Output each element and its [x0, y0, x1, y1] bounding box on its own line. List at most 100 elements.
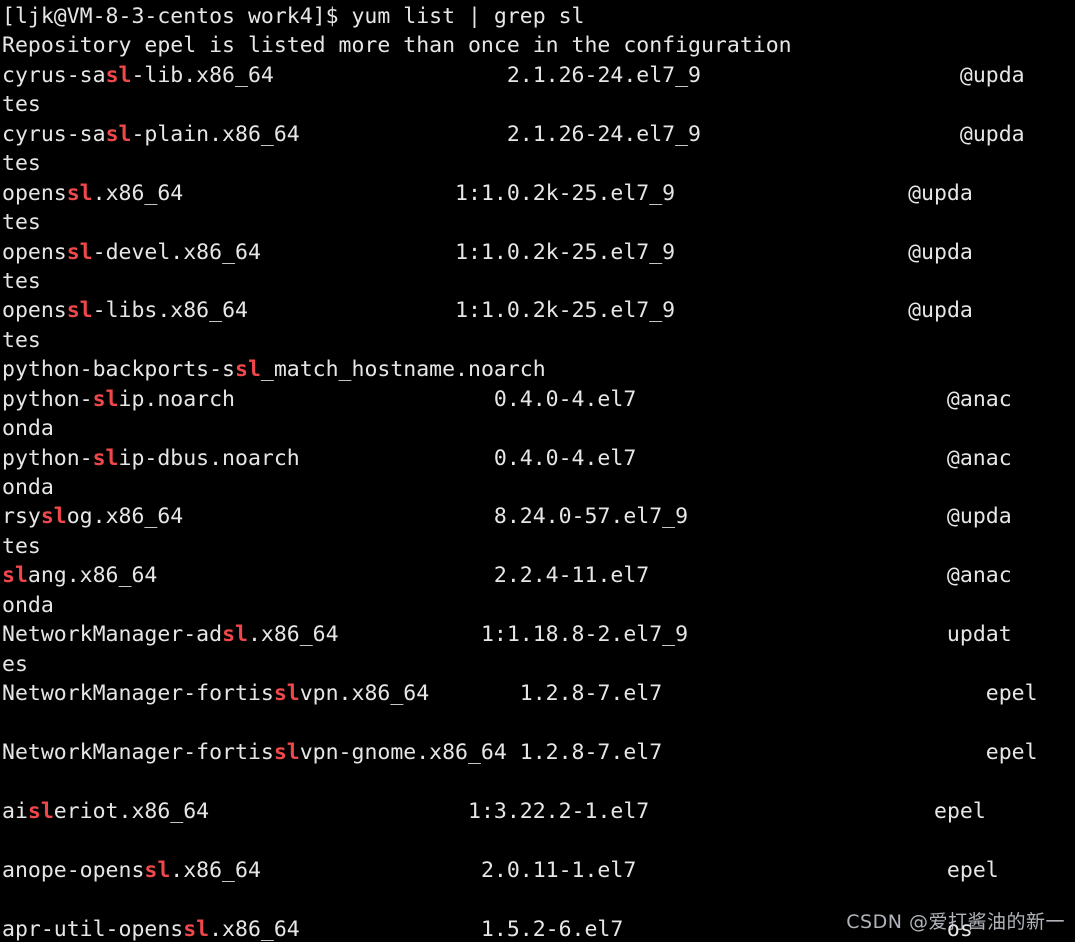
- terminal-text: opens: [2, 180, 67, 206]
- terminal-line: tes: [2, 149, 1075, 178]
- grep-match: sl: [27, 798, 54, 824]
- grep-match: sl: [105, 62, 132, 88]
- grep-match: sl: [222, 622, 248, 648]
- terminal-text: Repository epel is listed more than once…: [2, 33, 792, 59]
- terminal-text: onda: [2, 416, 54, 442]
- terminal-line: openssl-devel.x86_64 1:1.0.2k-25.el7_9 @…: [2, 238, 1075, 267]
- terminal-line: python-backports-ssl_match_hostname.noar…: [2, 355, 1075, 384]
- terminal-text: -lib.x86_64: [131, 62, 274, 88]
- grep-match: sl: [273, 681, 300, 707]
- grep-match: sl: [66, 298, 93, 324]
- terminal-text: python-: [2, 386, 93, 412]
- terminal-line: NetworkManager-fortisslvpn-gnome.x86_64 …: [2, 738, 1075, 767]
- terminal-text: python-: [2, 445, 93, 471]
- terminal-text: 1.2.8-7.el7 epel: [429, 681, 1038, 707]
- terminal-output[interactable]: [ljk@VM-8-3-centos work4]$ yum list | gr…: [0, 0, 1075, 942]
- terminal-line: NetworkManager-adsl.x86_64 1:1.18.8-2.el…: [2, 620, 1075, 649]
- terminal-text: .x86_64: [209, 916, 300, 942]
- terminal-line: onda: [2, 414, 1075, 443]
- grep-match: sl: [40, 504, 67, 530]
- terminal-text: ip.noarch: [118, 386, 236, 412]
- terminal-line: openssl.x86_64 1:1.0.2k-25.el7_9 @upda: [2, 179, 1075, 208]
- terminal-text: .x86_64: [92, 180, 184, 206]
- terminal-text: 1.2.8-7.el7 epel: [506, 739, 1038, 765]
- terminal-text: 1:1.0.2k-25.el7_9 @upda: [260, 239, 973, 265]
- terminal-text: tes: [2, 327, 41, 353]
- terminal-text: NetworkManager-fortis: [2, 739, 274, 765]
- terminal-line: NetworkManager-fortisslvpn.x86_64 1.2.8-…: [2, 679, 1075, 708]
- grep-match: sl: [105, 121, 132, 147]
- terminal-text: onda: [2, 592, 54, 618]
- terminal-line: openssl-libs.x86_64 1:1.0.2k-25.el7_9 @u…: [2, 296, 1075, 325]
- terminal-text: 0.4.0-4.el7 @anac: [235, 386, 1012, 412]
- terminal-line: cyrus-sasl-plain.x86_64 2.1.26-24.el7_9 …: [2, 120, 1075, 149]
- terminal-text: vpn.x86_64: [299, 681, 430, 707]
- grep-match: sl: [92, 386, 119, 412]
- terminal-line: aisleriot.x86_64 1:3.22.2-1.el7 epel: [2, 797, 1075, 826]
- grep-match: sl: [235, 357, 261, 383]
- terminal-line: onda: [2, 591, 1075, 620]
- grep-match: sl: [183, 916, 210, 942]
- terminal-line: onda: [2, 473, 1075, 502]
- terminal-line: [ljk@VM-8-3-centos work4]$ yum list | gr…: [2, 2, 1075, 31]
- terminal-text: 1:1.0.2k-25.el7_9 @upda: [183, 180, 973, 206]
- terminal-text: onda: [2, 475, 54, 500]
- terminal-text: .x86_64: [247, 622, 339, 648]
- terminal-line: anope-openssl.x86_64 2.0.11-1.el7 epel: [2, 856, 1075, 885]
- terminal-text: 1:3.22.2-1.el7 epel: [209, 798, 986, 824]
- terminal-text: cyrus-sa: [2, 62, 106, 88]
- terminal-text: 1.5.2-6.el7 os: [299, 916, 973, 942]
- terminal-text: opens: [2, 239, 67, 265]
- terminal-text: 2.1.26-24.el7_9 @upda: [299, 121, 1025, 147]
- terminal-text: _match_hostname.noarch: [260, 357, 546, 383]
- terminal-text: tes: [2, 533, 41, 559]
- terminal-line: tes: [2, 267, 1075, 296]
- terminal-line: python-slip.noarch 0.4.0-4.el7 @anac: [2, 385, 1075, 414]
- terminal-text: eriot.x86_64: [53, 798, 210, 824]
- terminal-text: NetworkManager-ad: [2, 622, 223, 648]
- grep-match: sl: [2, 563, 28, 589]
- terminal-text: 1:1.0.2k-25.el7_9 @upda: [247, 298, 973, 324]
- terminal-text: 2.1.26-24.el7_9 @upda: [273, 62, 1025, 88]
- terminal-text: ip-dbus.noarch: [118, 445, 300, 471]
- grep-match: sl: [66, 239, 93, 265]
- terminal-text: 2.0.11-1.el7 epel: [260, 857, 999, 883]
- terminal-text: -plain.x86_64: [131, 121, 300, 147]
- terminal-text: sl: [558, 4, 585, 29]
- terminal-text: vpn-gnome.x86_64: [299, 739, 507, 765]
- terminal-text: .x86_64: [170, 857, 261, 883]
- terminal-text: python-backports-s: [2, 357, 235, 383]
- terminal-text: tes: [2, 210, 41, 236]
- terminal-text: NetworkManager-fortis: [2, 681, 274, 707]
- terminal-line: cyrus-sasl-lib.x86_64 2.1.26-24.el7_9 @u…: [2, 61, 1075, 90]
- terminal-text: 0.4.0-4.el7 @anac: [299, 445, 1012, 471]
- grep-match: sl: [92, 445, 119, 471]
- grep-match: sl: [273, 739, 300, 765]
- terminal-line: Repository epel is listed more than once…: [2, 31, 1075, 60]
- terminal-line: slang.x86_64 2.2.4-11.el7 @anac: [2, 561, 1075, 590]
- terminal-text: anope-opens: [2, 857, 145, 883]
- terminal-line: tes: [2, 326, 1075, 355]
- terminal-text: 8.24.0-57.el7_9 @upda: [183, 504, 1012, 530]
- grep-match: sl: [66, 180, 93, 206]
- terminal-text: apr-util-opens: [2, 916, 184, 942]
- terminal-text: ai: [2, 798, 28, 824]
- terminal-text: es: [2, 651, 28, 677]
- terminal-line: rsyslog.x86_64 8.24.0-57.el7_9 @upda: [2, 502, 1075, 531]
- terminal-line: tes: [2, 532, 1075, 561]
- terminal-text: og.x86_64: [66, 504, 184, 530]
- terminal-text: ang.x86_64: [27, 563, 158, 589]
- terminal-text: tes: [2, 92, 41, 118]
- terminal-text: 2.2.4-11.el7 @anac: [157, 563, 1012, 589]
- terminal-text: -devel.x86_64: [92, 239, 261, 265]
- terminal-text: -libs.x86_64: [92, 298, 248, 324]
- terminal-text: [ljk@VM-8-3-centos work4]$ yum list | gr…: [2, 4, 559, 29]
- terminal-line: python-slip-dbus.noarch 0.4.0-4.el7 @ana…: [2, 444, 1075, 473]
- terminal-text: tes: [2, 268, 41, 294]
- terminal-line: tes: [2, 90, 1075, 119]
- terminal-text: 1:1.18.8-2.el7_9 updat: [338, 622, 1012, 648]
- grep-match: sl: [144, 857, 171, 883]
